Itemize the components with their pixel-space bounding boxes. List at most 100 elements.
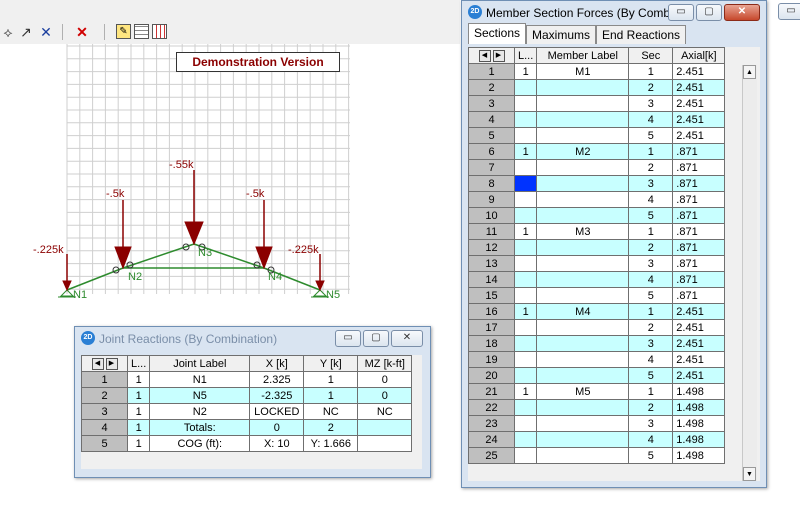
- row-number[interactable]: 24: [468, 431, 515, 448]
- tab-end-reactions[interactable]: End Reactions: [596, 25, 686, 44]
- cell-load-combo[interactable]: [513, 399, 538, 416]
- cell-load-combo[interactable]: [513, 175, 538, 192]
- table-row[interactable]: 1 1 M1 1 2.451: [468, 63, 726, 80]
- column-header[interactable]: Sec: [628, 47, 674, 64]
- cell-mz[interactable]: NC: [357, 403, 413, 420]
- column-header[interactable]: X [k]: [249, 355, 305, 372]
- cell-member-label[interactable]: [536, 447, 630, 464]
- cell-load-combo[interactable]: [513, 191, 538, 208]
- table-row[interactable]: 5 5 2.451: [468, 127, 726, 144]
- table-row[interactable]: 23 3 1.498: [468, 415, 726, 432]
- row-number[interactable]: 3: [468, 95, 515, 112]
- cell-member-label[interactable]: M3: [536, 223, 630, 240]
- row-number[interactable]: 19: [468, 351, 515, 368]
- cell-x[interactable]: -2.325: [249, 387, 305, 404]
- column-header[interactable]: L...: [126, 355, 151, 372]
- cell-section[interactable]: 3: [628, 95, 674, 112]
- cell-axial[interactable]: 2.451: [672, 335, 726, 352]
- scroll-up-icon[interactable]: ▲: [743, 65, 756, 79]
- cell-member-label[interactable]: [536, 207, 630, 224]
- cell-x[interactable]: 0: [249, 419, 305, 436]
- cell-axial[interactable]: 2.451: [672, 95, 726, 112]
- joint-reactions-titlebar[interactable]: 2D Joint Reactions (By Combination) ▭ ▢ …: [75, 327, 430, 349]
- cell-x[interactable]: 2.325: [249, 371, 305, 388]
- table-row[interactable]: 1 1 N1 2.325 1 0: [81, 371, 413, 388]
- cell-load-combo[interactable]: [513, 431, 538, 448]
- cell-axial[interactable]: 1.498: [672, 383, 726, 400]
- cell-section[interactable]: 4: [628, 431, 674, 448]
- cell-section[interactable]: 1: [628, 63, 674, 80]
- table-row[interactable]: 17 2 2.451: [468, 319, 726, 336]
- cell-axial[interactable]: .871: [672, 191, 726, 208]
- cell-axial[interactable]: 1.498: [672, 399, 726, 416]
- table-row[interactable]: 25 5 1.498: [468, 447, 726, 464]
- table-row[interactable]: 3 3 2.451: [468, 95, 726, 112]
- cell-member-label[interactable]: [536, 367, 630, 384]
- cell-section[interactable]: 1: [628, 303, 674, 320]
- cell-section[interactable]: 2: [628, 399, 674, 416]
- cell-load-combo[interactable]: 1: [513, 223, 538, 240]
- table-row[interactable]: 7 2.871: [468, 159, 726, 176]
- scroll-down-icon[interactable]: ▼: [743, 467, 756, 481]
- cell-section[interactable]: 3: [628, 335, 674, 352]
- cell-axial[interactable]: .871: [672, 287, 726, 304]
- close-button[interactable]: ✕: [724, 4, 760, 21]
- cell-load-combo[interactable]: [513, 239, 538, 256]
- cell-load-combo[interactable]: [513, 367, 538, 384]
- cell-load-combo[interactable]: 1: [126, 435, 151, 452]
- cell-joint-label[interactable]: N5: [149, 387, 251, 404]
- row-number[interactable]: 3: [81, 403, 128, 420]
- cell-y[interactable]: 1: [303, 371, 359, 388]
- row-number[interactable]: 2: [468, 79, 515, 96]
- cell-member-label[interactable]: [536, 95, 630, 112]
- cell-section[interactable]: 3: [628, 255, 674, 272]
- row-number[interactable]: 1: [81, 371, 128, 388]
- cell-y[interactable]: 1: [303, 387, 359, 404]
- minimize-button[interactable]: ▭: [668, 4, 694, 21]
- table-row[interactable]: 16 1 M4 1 2.451: [468, 303, 726, 320]
- row-number[interactable]: 5: [81, 435, 128, 452]
- table-row[interactable]: 14 4.871: [468, 271, 726, 288]
- table-row[interactable]: 6 1 M2 1.871: [468, 143, 726, 160]
- cell-load-combo[interactable]: [513, 79, 538, 96]
- cell-load-combo[interactable]: 1: [126, 419, 151, 436]
- cell-joint-label[interactable]: N1: [149, 371, 251, 388]
- row-number[interactable]: 15: [468, 287, 515, 304]
- row-number[interactable]: 25: [468, 447, 515, 464]
- cell-section[interactable]: 1: [628, 383, 674, 400]
- cell-member-label[interactable]: [536, 335, 630, 352]
- cell-section[interactable]: 5: [628, 127, 674, 144]
- cell-section[interactable]: 3: [628, 175, 674, 192]
- cell-section[interactable]: 1: [628, 223, 674, 240]
- table-row[interactable]: 24 4 1.498: [468, 431, 726, 448]
- cell-axial[interactable]: .871: [672, 143, 726, 160]
- row-number[interactable]: 18: [468, 335, 515, 352]
- cell-section[interactable]: 2: [628, 159, 674, 176]
- member-section-forces-window[interactable]: 2D Member Section Forces (By Comb... ▭ ▢…: [461, 0, 767, 488]
- table-row[interactable]: 12 2.871: [468, 239, 726, 256]
- table-row[interactable]: 4 1 Totals: 0 2: [81, 419, 413, 436]
- cell-axial[interactable]: .871: [672, 239, 726, 256]
- nav-prev-icon[interactable]: ◀: [91, 357, 104, 370]
- cell-load-combo[interactable]: [513, 111, 538, 128]
- cell-load-combo[interactable]: 1: [126, 371, 151, 388]
- cell-member-label[interactable]: M2: [536, 143, 630, 160]
- row-number[interactable]: 4: [468, 111, 515, 128]
- cell-axial[interactable]: .871: [672, 271, 726, 288]
- row-number[interactable]: 23: [468, 415, 515, 432]
- cell-section[interactable]: 2: [628, 319, 674, 336]
- row-number[interactable]: 10: [468, 207, 515, 224]
- cell-axial[interactable]: .871: [672, 159, 726, 176]
- cell-axial[interactable]: 2.451: [672, 127, 726, 144]
- column-header[interactable]: Joint Label: [149, 355, 251, 372]
- cell-member-label[interactable]: [536, 191, 630, 208]
- cell-section[interactable]: 5: [628, 367, 674, 384]
- column-header[interactable]: Y [k]: [303, 355, 359, 372]
- cell-load-combo[interactable]: [513, 207, 538, 224]
- tab-sections[interactable]: Sections: [468, 23, 526, 44]
- cell-load-combo[interactable]: [513, 319, 538, 336]
- row-number[interactable]: 16: [468, 303, 515, 320]
- nav-header[interactable]: ◀ ▶: [81, 355, 128, 372]
- table-row[interactable]: 2 2 2.451: [468, 79, 726, 96]
- cell-mz[interactable]: 0: [357, 371, 413, 388]
